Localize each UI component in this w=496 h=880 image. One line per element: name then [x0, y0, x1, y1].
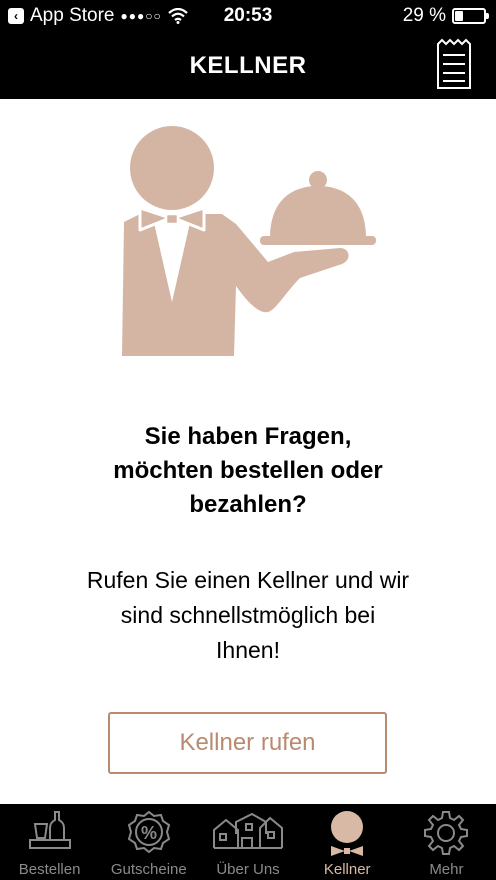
- svg-text:%: %: [141, 823, 157, 843]
- receipt-icon[interactable]: [436, 38, 472, 90]
- battery-icon: [452, 8, 489, 24]
- status-bar: ‹ App Store ●●●○○ 20:53 29 %: [0, 0, 496, 32]
- info-line: Ihnen!: [216, 637, 280, 663]
- waiter-with-cloche-icon: [122, 126, 376, 356]
- waiter-icon: [331, 811, 364, 856]
- tab-mehr[interactable]: Mehr: [397, 804, 496, 880]
- tab-bar: Bestellen % Gutscheine Über Uns Kellner …: [0, 804, 496, 880]
- question-line: Sie haben Fragen,: [144, 423, 352, 450]
- gear-icon: [424, 811, 469, 855]
- tab-label: Mehr: [429, 861, 464, 878]
- battery-fill: [455, 11, 464, 21]
- page-title: KELLNER: [189, 52, 307, 79]
- call-waiter-button[interactable]: Kellner rufen: [108, 712, 387, 774]
- tab-bestellen[interactable]: Bestellen: [0, 804, 99, 880]
- percent-badge-icon: %: [127, 810, 170, 854]
- tab-label: Über Uns: [216, 861, 280, 878]
- info-line: Rufen Sie einen Kellner und wir: [86, 567, 410, 593]
- info-text: Rufen Sie einen Kellner und wir sind sch…: [40, 563, 456, 668]
- tab-ueber-uns[interactable]: Über Uns: [198, 804, 297, 880]
- question-line: bezahlen?: [189, 491, 307, 518]
- tab-gutscheine[interactable]: % Gutscheine: [99, 804, 198, 880]
- bottle-glass-icon: [28, 811, 71, 849]
- tab-label: Kellner: [323, 861, 371, 878]
- buildings-icon: [213, 812, 283, 849]
- question-text: Sie haben Fragen, möchten bestellen oder…: [40, 420, 456, 522]
- battery-percentage: 29 %: [402, 5, 446, 26]
- info-line: sind schnellstmöglich bei: [120, 602, 376, 628]
- tab-label: Gutscheine: [110, 861, 187, 878]
- navigation-bar: KELLNER: [0, 32, 496, 99]
- question-line: möchten bestellen oder: [113, 457, 383, 484]
- tab-label: Bestellen: [18, 861, 81, 878]
- tab-kellner[interactable]: Kellner: [298, 804, 397, 880]
